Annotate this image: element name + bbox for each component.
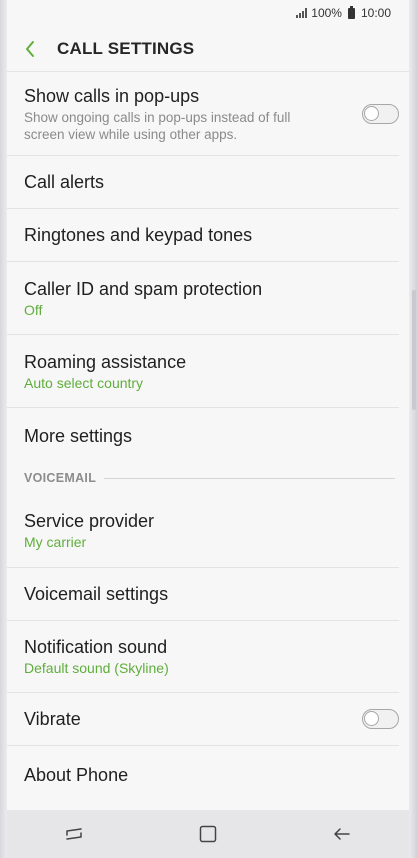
- setting-label: Ringtones and keypad tones: [24, 225, 253, 245]
- setting-label: Voicemail settings: [24, 584, 169, 604]
- page-title: CALL SETTINGS: [57, 38, 195, 58]
- status-bar: 100% 10:00: [7, 0, 409, 26]
- setting-label: Caller ID and spam protection: [24, 278, 263, 299]
- setting-label: Show calls in pop-ups: [24, 86, 200, 106]
- toggle-knob: [364, 711, 379, 726]
- setting-vibrate[interactable]: Vibrate: [7, 693, 399, 746]
- section-header-voicemail: VOICEMAIL: [7, 463, 409, 493]
- setting-call-alerts[interactable]: Call alerts: [7, 156, 399, 209]
- chevron-left-icon: [26, 40, 34, 57]
- setting-value: Auto select country: [24, 374, 144, 391]
- setting-label: About Phone: [24, 765, 129, 785]
- screen-edge-right: [409, 0, 417, 858]
- setting-label: More settings: [24, 425, 133, 446]
- vibrate-toggle[interactable]: [362, 709, 399, 729]
- setting-service-provider[interactable]: Service provider My carrier: [7, 493, 399, 568]
- popups-toggle[interactable]: [362, 104, 399, 124]
- home-button[interactable]: [178, 810, 238, 858]
- setting-caller-id[interactable]: Caller ID and spam protection Off: [7, 262, 399, 335]
- setting-description: Show ongoing calls in pop-ups instead of…: [24, 110, 291, 142]
- setting-notification-sound[interactable]: Notification sound Default sound (Skylin…: [7, 621, 399, 693]
- back-button[interactable]: [7, 26, 51, 72]
- back-nav-button[interactable]: [312, 810, 372, 858]
- setting-voicemail-settings[interactable]: Voicemail settings: [7, 568, 399, 621]
- edge-handle[interactable]: [412, 290, 416, 410]
- screen-edge-left: [0, 0, 7, 858]
- section-divider: [104, 477, 395, 479]
- setting-about-phone[interactable]: About Phone: [7, 746, 399, 804]
- home-icon: [199, 825, 217, 843]
- setting-label: Service provider: [24, 510, 155, 531]
- setting-value: Default sound (Skyline): [24, 660, 169, 676]
- signal-icon: [296, 8, 308, 18]
- battery-icon: [347, 5, 355, 19]
- app-bar: CALL SETTINGS: [7, 26, 409, 72]
- setting-roaming-assistance[interactable]: Roaming assistance Auto select country: [7, 335, 399, 408]
- setting-label: Vibrate: [24, 709, 81, 729]
- back-icon: [334, 828, 350, 840]
- setting-show-calls-in-popups[interactable]: Show calls in pop-ups Show ongoing calls…: [7, 73, 399, 156]
- setting-value: Off: [24, 301, 43, 318]
- settings-list: Show calls in pop-ups Show ongoing calls…: [7, 73, 409, 804]
- recent-apps-button[interactable]: [44, 810, 104, 858]
- toggle-knob: [364, 106, 379, 121]
- setting-ringtones[interactable]: Ringtones and keypad tones: [7, 209, 399, 262]
- clock: 10:00: [360, 6, 391, 20]
- battery-percent: 100%: [311, 6, 342, 20]
- setting-value: My carrier: [24, 533, 87, 550]
- setting-label: Roaming assistance: [24, 351, 187, 372]
- setting-label: Notification sound: [24, 637, 168, 657]
- recent-apps-icon: [66, 828, 82, 840]
- section-label: VOICEMAIL: [24, 471, 97, 485]
- setting-more-settings[interactable]: More settings: [7, 408, 399, 463]
- phone-screen: 100% 10:00 CALL SETTINGS Show calls in p…: [0, 0, 417, 858]
- navigation-bar: [7, 810, 409, 858]
- setting-label: Call alerts: [24, 172, 105, 192]
